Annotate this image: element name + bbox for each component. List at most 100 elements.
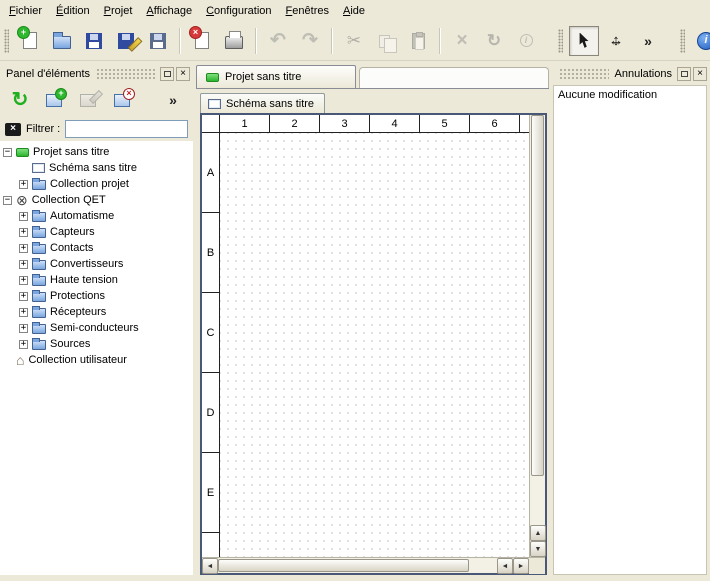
toolbar-handle-2[interactable] — [680, 29, 685, 53]
tree-item-11[interactable]: +Semi-conducteurs — [0, 320, 193, 336]
menu-item-0[interactable]: Fichier — [2, 2, 49, 20]
rotate-button: ↻ — [479, 26, 509, 56]
menu-item-3[interactable]: Affichage — [139, 2, 199, 20]
elem-delete-icon — [114, 94, 130, 107]
close-file-button[interactable] — [187, 26, 217, 56]
tree-expander[interactable]: + — [19, 212, 28, 221]
schema-tab-label: Schéma sans titre — [226, 98, 314, 110]
scroll-up-button[interactable]: ▲ — [530, 525, 546, 541]
tree-item-2[interactable]: +Collection projet — [0, 176, 193, 192]
tree-item-label: Schéma sans titre — [49, 162, 137, 174]
close-icon-right: × — [697, 69, 703, 79]
application-window: FichierÉditionProjetAffichageConfigurati… — [0, 0, 710, 581]
save-all-button[interactable] — [143, 26, 173, 56]
tree-expander[interactable]: + — [19, 228, 28, 237]
ruler-column-4: 4 — [370, 115, 420, 132]
float-undo-panel-button[interactable] — [677, 67, 691, 81]
print-button[interactable] — [219, 26, 249, 56]
tree-expander[interactable]: + — [19, 308, 28, 317]
tab-projet-sans-titre[interactable]: Projet sans titre — [196, 65, 356, 88]
float-icon — [164, 71, 171, 77]
tree-expander[interactable]: − — [3, 196, 12, 205]
tree-item-7[interactable]: +Convertisseurs — [0, 256, 193, 272]
close-undo-panel-button[interactable]: × — [693, 67, 707, 81]
tree-item-9[interactable]: +Protections — [0, 288, 193, 304]
elements-panel-toolbar: ↻» — [0, 83, 193, 117]
vscroll-track[interactable] — [530, 115, 545, 525]
folder-icon — [32, 324, 46, 334]
dock-overflow-button[interactable]: » — [159, 86, 187, 114]
tree-expander[interactable]: + — [19, 180, 28, 189]
menu-item-4[interactable]: Configuration — [199, 2, 278, 20]
vscroll-thumb[interactable] — [531, 115, 544, 476]
tree-item-3[interactable]: −⊗Collection QET — [0, 192, 193, 208]
save-as-button[interactable] — [111, 26, 141, 56]
select-mode-button[interactable] — [569, 26, 599, 56]
reload-collections-button[interactable]: ↻ — [6, 86, 34, 114]
float-panel-button[interactable] — [160, 67, 174, 81]
diagram-grid[interactable] — [220, 133, 529, 557]
tree-item-0[interactable]: −Projet sans titre — [0, 144, 193, 160]
filter-row: Filtrer : — [0, 117, 193, 141]
menu-item-1[interactable]: Édition — [49, 2, 97, 20]
save-button[interactable] — [79, 26, 109, 56]
vertical-scrollbar[interactable]: ▲ ▼ — [529, 115, 545, 557]
tree-item-13[interactable]: ⌂Collection utilisateur — [0, 352, 193, 368]
filter-input[interactable] — [65, 120, 188, 138]
folder-icon — [32, 244, 46, 254]
scroll-left-button[interactable]: ◄ — [202, 558, 218, 574]
tree-item-8[interactable]: +Haute tension — [0, 272, 193, 288]
diagram-canvas[interactable]: 123456 ABCDE — [202, 115, 529, 557]
ruler-column-2: 2 — [270, 115, 320, 132]
scroll-left-icon: ◄ — [207, 563, 214, 570]
close-panel-button[interactable]: × — [176, 67, 190, 81]
refresh-icon: ↻ — [12, 90, 29, 110]
tree-expander[interactable]: − — [3, 148, 12, 157]
tree-item-4[interactable]: +Automatisme — [0, 208, 193, 224]
undo-button: ↶ — [263, 26, 293, 56]
tree-item-10[interactable]: +Récepteurs — [0, 304, 193, 320]
toolbar-separator — [439, 28, 441, 54]
tree-expander[interactable]: + — [19, 324, 28, 333]
cut-icon: ✂ — [347, 32, 361, 49]
tree-expander[interactable]: + — [19, 292, 28, 301]
tree-expander[interactable]: + — [19, 276, 28, 285]
menu-item-6[interactable]: Aide — [336, 2, 372, 20]
menu-item-2[interactable]: Projet — [97, 2, 140, 20]
delete-element-button[interactable] — [108, 86, 136, 114]
toolbar-overflow-button[interactable]: » — [633, 26, 663, 56]
new-button[interactable] — [15, 26, 45, 56]
tree-item-12[interactable]: +Sources — [0, 336, 193, 352]
menu-item-5[interactable]: Fenêtres — [279, 2, 336, 20]
open-button[interactable] — [47, 26, 77, 56]
folder-icon — [32, 292, 46, 302]
scroll-left-button-2[interactable]: ◄ — [497, 558, 513, 574]
undo-list[interactable]: Aucune modification — [553, 85, 707, 575]
tree-item-6[interactable]: +Contacts — [0, 240, 193, 256]
tab-schema-sans-titre[interactable]: Schéma sans titre — [200, 93, 325, 113]
tree-expander[interactable]: + — [19, 260, 28, 269]
toolbar-separator — [255, 28, 257, 54]
scroll-right-button[interactable]: ► — [513, 558, 529, 574]
toolbar-handle-0[interactable] — [4, 29, 9, 53]
new-element-button[interactable] — [40, 86, 68, 114]
save-as-icon — [118, 33, 134, 49]
workspace: Projet sans titre Schéma sans titre — [193, 61, 553, 575]
filter-label: Filtrer : — [26, 123, 60, 135]
edit-element-button — [74, 86, 102, 114]
toolbar-section-0: ↶↷✂×↻ — [2, 23, 542, 59]
hscroll-thumb[interactable] — [218, 559, 469, 572]
about-button[interactable] — [691, 26, 710, 56]
tree-item-1[interactable]: Schéma sans titre — [0, 160, 193, 176]
menu-bar: FichierÉditionProjetAffichageConfigurati… — [0, 0, 710, 21]
toolbar-section-1: » — [556, 23, 664, 59]
clear-filter-icon[interactable] — [5, 123, 21, 136]
toolbar-handle-1[interactable] — [558, 29, 563, 53]
hscroll-track[interactable] — [218, 558, 497, 573]
horizontal-scrollbar[interactable]: ◄ ◄ ► — [202, 557, 545, 573]
pan-mode-button[interactable] — [601, 26, 631, 56]
scroll-down-button[interactable]: ▼ — [530, 541, 546, 557]
tree-expander[interactable]: + — [19, 244, 28, 253]
tree-item-5[interactable]: +Capteurs — [0, 224, 193, 240]
tree-expander[interactable]: + — [19, 340, 28, 349]
